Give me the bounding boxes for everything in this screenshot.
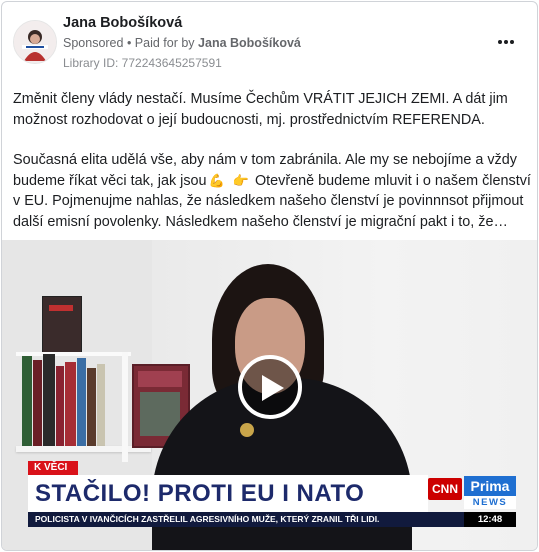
library-id: Library ID: 772243645257591 xyxy=(63,56,222,70)
book xyxy=(22,356,32,446)
book xyxy=(97,364,105,446)
book xyxy=(33,360,42,446)
news-ticker: POLICISTA V IVANČICÍCH ZASTŘELIL AGRESIV… xyxy=(28,512,464,527)
more-options-button[interactable] xyxy=(494,32,518,52)
play-button[interactable] xyxy=(238,355,302,419)
book xyxy=(77,358,86,446)
cnn-logo: CNN xyxy=(428,478,462,500)
post-body: Změnit členy vlády nestačí. Musíme Čechů… xyxy=(13,89,533,232)
news-logo: NEWS xyxy=(464,496,516,509)
video-player[interactable]: K VĚCI STAČILO! PROTI EU I NATO CNN Prim… xyxy=(2,240,537,550)
book xyxy=(87,368,96,446)
book xyxy=(65,362,76,446)
bookshelf xyxy=(16,446,151,452)
more-options-icon xyxy=(498,40,514,44)
segment-tag: K VĚCI xyxy=(28,461,78,475)
play-icon xyxy=(262,375,284,401)
post-paragraph-2: Současná elita udělá vše, aby nám v tom … xyxy=(13,150,533,232)
paid-for-name[interactable]: Jana Bobošíková xyxy=(198,36,301,50)
avatar-image xyxy=(14,21,56,63)
pointing-right-icon: 👉 xyxy=(232,172,249,188)
shelf-decoration xyxy=(42,296,82,354)
sponsored-label: Sponsored xyxy=(63,36,124,50)
prima-logo: Prima xyxy=(464,476,516,496)
headline-banner: STAČILO! PROTI EU I NATO xyxy=(28,475,428,512)
book xyxy=(56,366,64,446)
sponsored-line: Sponsored • Paid for by Jana Bobošíková xyxy=(63,36,301,50)
book xyxy=(43,354,55,446)
author-name[interactable]: Jana Bobošíková xyxy=(63,15,182,31)
post-paragraph-1: Změnit členy vlády nestačí. Musíme Čechů… xyxy=(13,91,508,128)
author-avatar[interactable] xyxy=(13,20,57,64)
flexed-biceps-icon: 💪 xyxy=(208,172,225,188)
paid-for-prefix: • Paid for by xyxy=(126,36,195,50)
speaker-brooch xyxy=(240,423,254,437)
post-header: Jana Bobošíková Sponsored • Paid for by … xyxy=(2,2,537,76)
shelf-side xyxy=(122,352,128,462)
sponsored-post-card: Jana Bobošíková Sponsored • Paid for by … xyxy=(1,1,538,551)
shelf-top xyxy=(16,352,131,356)
broadcast-clock: 12:48 xyxy=(464,512,516,527)
